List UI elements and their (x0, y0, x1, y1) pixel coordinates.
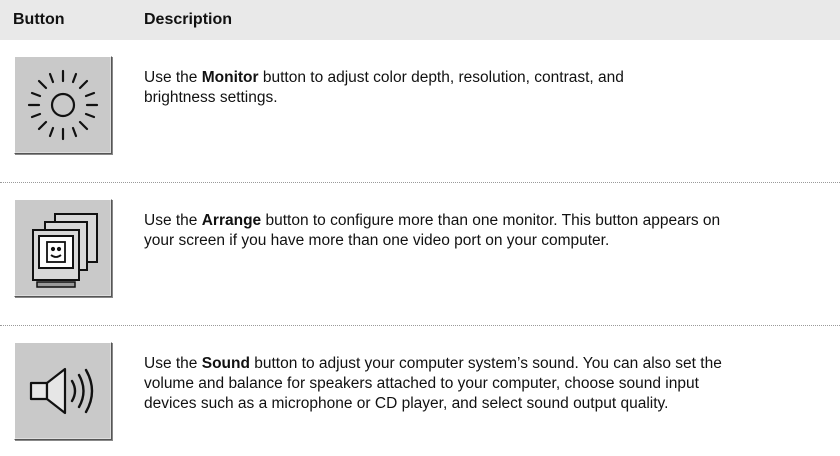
table-header: Button Description (0, 0, 840, 40)
sound-button[interactable] (14, 342, 112, 440)
arrange-monitors-icon (32, 213, 98, 288)
description-line: brightness settings. (144, 89, 278, 106)
column-header-button: Button (13, 11, 65, 28)
table-row: Use the Sound button to adjust your comp… (0, 342, 840, 452)
button-name-sound: Sound (201, 355, 250, 372)
button-name-monitor: Monitor (201, 69, 259, 86)
button-name-arrange: Arrange (201, 212, 262, 229)
row-description: Use the Monitor button to adjust color d… (144, 68, 840, 108)
row-description: Use the Arrange button to configure more… (144, 211, 840, 251)
description-line: volume and balance for speakers attached… (144, 375, 699, 392)
description-line: your screen if you have more than one vi… (144, 232, 610, 249)
row-divider (0, 182, 840, 183)
monitor-sun-icon (27, 69, 99, 141)
column-header-description: Description (144, 11, 233, 28)
description-line: Use the Monitor button to adjust color d… (144, 69, 624, 86)
description-line: Use the Arrange button to configure more… (144, 212, 721, 229)
table-row: Use the Arrange button to configure more… (0, 199, 840, 309)
description-line: devices such as a microphone or CD playe… (144, 395, 669, 412)
description-line: Use the Sound button to adjust your comp… (144, 355, 722, 372)
monitor-button[interactable] (14, 56, 112, 154)
table-row: Use the Monitor button to adjust color d… (0, 56, 840, 166)
speaker-sound-icon (29, 367, 94, 415)
arrange-button[interactable] (14, 199, 112, 297)
row-divider (0, 325, 840, 326)
row-description: Use the Sound button to adjust your comp… (144, 354, 840, 414)
